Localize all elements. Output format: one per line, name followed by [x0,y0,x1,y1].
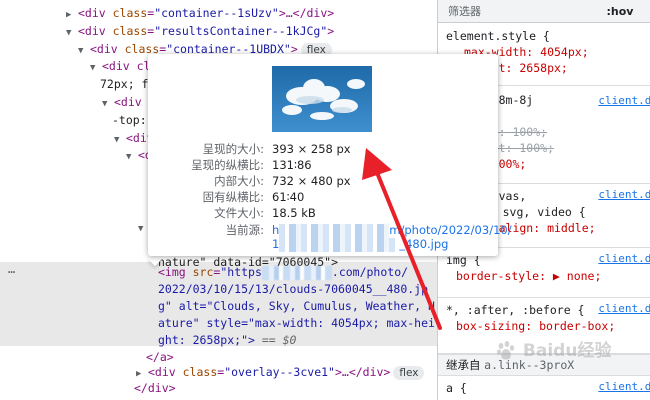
rule-property[interactable]: border-style: ▶ none; [456,268,601,284]
attr-value: "resultsContainer--1kJCg" [154,23,328,38]
current-source-link-cont[interactable]: 1 _480.jpg [272,235,448,253]
img-tag: <img [158,265,193,279]
src-attr-value-start: "https [220,265,262,279]
src-attr-value-tail: .com/photo/ [331,265,409,279]
tag-rest: >…</div> [278,6,335,20]
overlay-div-node[interactable]: ▶ <div class="overlay--3cve1">…</div> flex [136,363,425,381]
attr-value: "container--1sUzv" [154,6,279,20]
tag-rest: -top: [112,112,147,127]
dom-node-line[interactable]: ▶ <div class="container--1sUzv">…</div> [66,4,334,22]
selected-img-line-4: ature" style="max-width: 4054px; max-hei [158,316,435,330]
selected-img-line-2: 2022/03/10/15/13/clouds-7060045__480.jp [158,282,429,296]
selected-img-line-1[interactable]: <img src="https .com/photo/ [158,263,408,281]
tag-open: <div [78,6,113,20]
collapse-triangle-icon[interactable]: ▼ [114,131,126,149]
dom-node-line[interactable]: -top: [112,111,147,129]
watermark-text: Baidu经验 [522,341,612,361]
rule-source-link[interactable]: client.de [598,380,650,393]
redacted-url-blur [261,265,332,280]
style-attr-end: ght: 2658px;"> [158,333,255,347]
collapse-triangle-icon[interactable]: ▼ [66,24,78,42]
attr-name: class [112,6,148,20]
rule-source-link[interactable]: client.de [598,94,650,107]
rule-source-link[interactable]: client.de [598,188,650,201]
dom-node-line[interactable]: ▼ <div class="resultsContainer--1kJCg"> [66,22,334,40]
tooltip-value: 18.5 kB [272,206,316,220]
flex-badge[interactable]: flex [393,366,425,380]
console-ref: == $0 [254,333,297,347]
paw-icon [497,341,515,360]
hov-toggle-button[interactable]: :hov [600,3,640,20]
styles-toolbar: :hov [438,0,650,23]
tooltip-row: 文件大小: 18.5 kB [148,204,498,222]
redacted-url-blur [279,237,400,252]
tooltip-row-source-cont: 1 _480.jpg [148,235,498,253]
image-preview-tooltip: 呈现的大小: 393 × 258 px 呈现的纵横比: 131∶86 内部大小: 732 … [148,54,512,256]
rule-selector[interactable]: element.style { [446,28,550,44]
styles-filter-input[interactable] [442,2,592,21]
tag-open: <div [78,23,113,38]
src-attr-name: src [192,265,214,279]
tag-open: <div [90,41,125,56]
selected-img-line-3: g" alt="Clouds, Sky, Cumulus, Weather, N [158,299,435,313]
inherited-label: 继承自 [446,358,481,372]
clouds-thumbnail-image [272,66,372,132]
rule-property[interactable]: box-sizing: border-box; [456,318,615,334]
tooltip-key: 文件大小: [214,206,264,220]
attr-name: class [112,23,148,38]
node-ellipsis-menu[interactable]: … [8,262,15,276]
image-thumbnail [272,66,372,132]
close-div-tag[interactable]: </div> [134,379,176,397]
rule-source-link[interactable]: client.de [598,302,650,315]
collapse-triangle-icon[interactable]: ▼ [126,148,138,166]
tag-rest: > [327,23,335,38]
selected-img-line-5: ght: 2658px;"> == $0 [158,331,296,349]
rule-selector[interactable]: *, :after, :before { [446,302,584,318]
rule-source-link[interactable]: client.de [598,252,650,265]
collapse-triangle-icon[interactable]: ▼ [78,42,90,60]
baidu-watermark: Baidu经验 [495,336,611,362]
rule-selector[interactable]: a { [446,380,467,396]
